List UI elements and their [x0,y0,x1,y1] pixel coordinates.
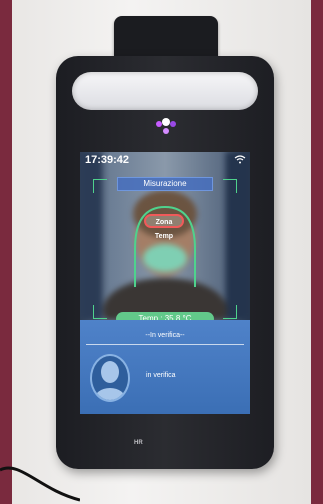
wifi-icon [234,155,246,164]
verification-panel-title: --In verifica-- [145,332,185,339]
device-screen: 17:39:42 Misurazione Zona Temp Temp : 35… [80,152,250,414]
indicator-leds [156,118,176,134]
temperature-zone-label: Zona Temp [144,214,184,240]
face-recognition-terminal: 17:39:42 Misurazione Zona Temp Temp : 35… [56,56,274,469]
detection-frame [93,179,237,319]
svg-text:HR: HR [134,440,143,445]
clock: 17:39:42 [85,154,130,166]
brand-label: HR [134,438,204,452]
fill-light-bar [72,72,258,110]
verification-panel: --In verifica-- in verifica [80,320,250,414]
verification-status: in verifica [146,372,176,379]
person-silhouette-icon [90,354,130,402]
panel-divider [86,344,244,345]
brand-logo: HR [134,440,143,445]
